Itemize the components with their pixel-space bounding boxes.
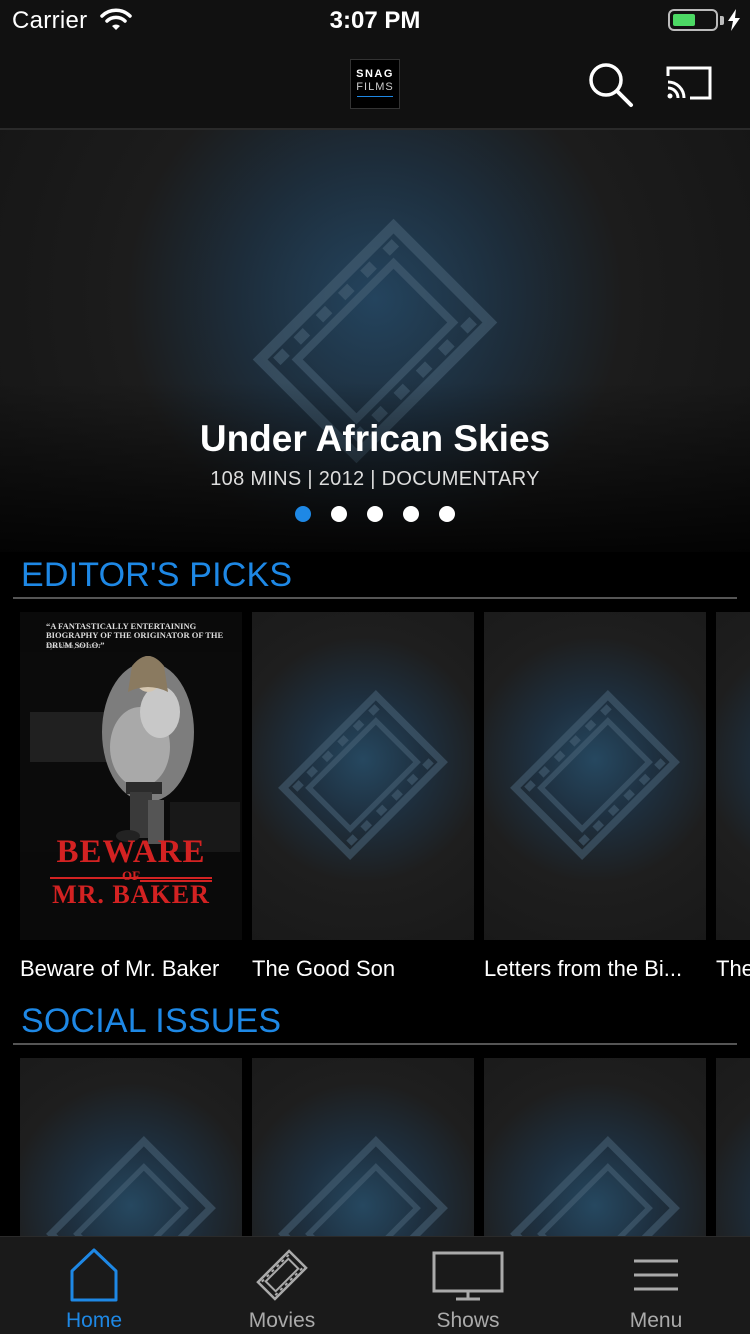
movie-card[interactable]: The (716, 612, 750, 982)
film-placeholder-icon (46, 1136, 216, 1236)
film-placeholder-icon (510, 1136, 680, 1236)
logo-text-bottom: FILMS (356, 81, 394, 93)
carousel-dot[interactable] (331, 506, 347, 522)
movie-card[interactable]: “A FANTASTICALLY ENTERTAINING BIOGRAPHY … (20, 612, 242, 982)
battery-icon (668, 9, 718, 31)
section-divider (13, 1043, 737, 1045)
movie-title[interactable]: Letters from the Bi... (484, 956, 706, 982)
carousel-dot[interactable] (295, 506, 311, 522)
poster-credit: Kyle Smith, NY POST (46, 644, 102, 650)
tv-icon (432, 1251, 504, 1301)
carousel-dot[interactable] (439, 506, 455, 522)
logo-underline (357, 96, 393, 97)
movie-card[interactable] (484, 1058, 706, 1236)
tab-label: Home (65, 1309, 123, 1332)
hero-meta: 108 MINS | 2012 | DOCUMENTARY (210, 468, 540, 490)
status-bar: Carrier 3:07 PM (0, 0, 750, 40)
tab-label: Shows (436, 1309, 500, 1332)
section-title-editors-picks: EDITOR'S PICKS (21, 556, 293, 594)
poster-photo (20, 652, 242, 852)
tab-label: Menu (629, 1309, 683, 1332)
social-issues-row[interactable] (20, 1058, 750, 1236)
editors-picks-row[interactable]: “A FANTASTICALLY ENTERTAINING BIOGRAPHY … (20, 612, 750, 992)
film-placeholder-icon (278, 1136, 448, 1236)
film-icon (256, 1249, 308, 1301)
search-icon[interactable] (586, 60, 636, 110)
battery-level (673, 14, 695, 26)
poster-title-line3: MR. BAKER (52, 880, 210, 909)
movie-card[interactable] (20, 1058, 242, 1236)
movie-thumbnail[interactable] (252, 1058, 474, 1236)
movie-thumbnail[interactable] (484, 1058, 706, 1236)
movie-thumbnail[interactable] (484, 612, 706, 940)
movie-thumbnail[interactable] (716, 612, 750, 940)
battery-nub (720, 16, 724, 25)
hero-title[interactable]: Under African Skies (0, 418, 750, 460)
movie-card[interactable] (716, 1058, 750, 1236)
status-time: 3:07 PM (329, 7, 421, 34)
logo-text-top: SNAG (356, 68, 394, 80)
movie-thumbnail[interactable] (716, 1058, 750, 1236)
movie-thumbnail[interactable] (252, 612, 474, 940)
movie-title[interactable]: The (716, 956, 750, 982)
tab-bar: Home Movies Shows Menu (0, 1236, 750, 1334)
movie-card[interactable]: The Good Son (252, 612, 474, 982)
snagfilms-logo[interactable]: SNAG FILMS (350, 59, 400, 109)
hamburger-icon (634, 1259, 678, 1291)
tab-shows[interactable]: Shows (374, 1237, 562, 1334)
carousel-dot[interactable] (367, 506, 383, 522)
section-title-social-issues: SOCIAL ISSUES (21, 1002, 282, 1040)
hero-gradient (0, 382, 750, 552)
movie-thumbnail[interactable] (20, 1058, 242, 1236)
movie-poster[interactable]: “A FANTASTICALLY ENTERTAINING BIOGRAPHY … (20, 612, 242, 940)
cast-icon[interactable] (664, 64, 714, 104)
section-divider (13, 597, 737, 599)
movie-card[interactable]: Letters from the Bi... (484, 612, 706, 982)
carousel-dot[interactable] (403, 506, 419, 522)
film-placeholder-icon (278, 690, 448, 860)
poster-title-line1: BEWARE (56, 834, 206, 870)
charging-bolt-icon (728, 9, 740, 31)
tab-label: Movies (248, 1309, 316, 1332)
featured-carousel[interactable]: Under African Skies 108 MINS | 2012 | DO… (0, 130, 750, 552)
film-placeholder-icon (510, 690, 680, 860)
carousel-page-indicator[interactable] (0, 506, 750, 522)
tab-movies[interactable]: Movies (188, 1237, 376, 1334)
movie-title[interactable]: Beware of Mr. Baker (20, 956, 242, 982)
tab-menu[interactable]: Menu (562, 1237, 750, 1334)
movie-title[interactable]: The Good Son (252, 956, 474, 982)
movie-card[interactable] (252, 1058, 474, 1236)
home-icon (70, 1248, 118, 1302)
nav-bar: SNAG FILMS (0, 40, 750, 130)
tab-home[interactable]: Home (0, 1237, 188, 1334)
